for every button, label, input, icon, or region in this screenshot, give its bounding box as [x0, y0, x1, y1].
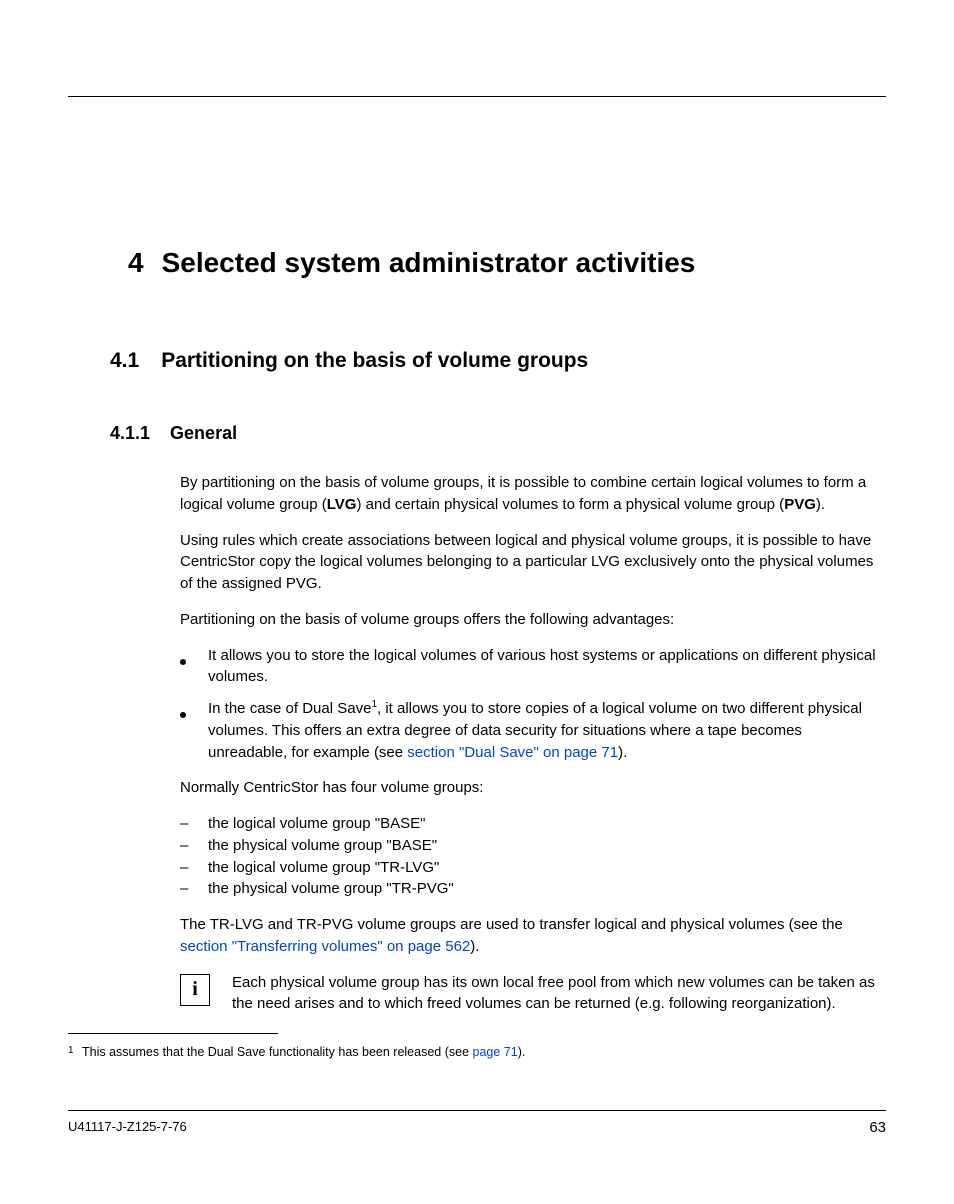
paragraph: By partitioning on the basis of volume g… — [180, 472, 882, 516]
dash-icon: – — [180, 878, 208, 900]
info-text: Each physical volume group has its own l… — [232, 972, 882, 1016]
dash-list: – the logical volume group "BASE" – the … — [180, 813, 882, 900]
bullet-icon — [180, 698, 208, 763]
term-lvg: LVG — [327, 496, 357, 513]
paragraph: The TR-LVG and TR-PVG volume groups are … — [180, 914, 882, 958]
page-number: 63 — [869, 1119, 886, 1136]
subsection-title-text: General — [170, 423, 237, 443]
section-title: 4.1 Partitioning on the basis of volume g… — [110, 349, 886, 373]
chapter-title: 4 Selected system administrator activitie… — [128, 247, 886, 279]
bullet-list: It allows you to store the logical volum… — [180, 645, 882, 764]
link-dual-save[interactable]: section "Dual Save" on page 71 — [407, 744, 618, 761]
bullet-icon — [180, 645, 208, 689]
list-item: – the logical volume group "TR-LVG" — [180, 857, 882, 879]
link-transferring-volumes[interactable]: section "Transferring volumes" on page 5… — [180, 938, 470, 955]
paragraph: Partitioning on the basis of volume grou… — [180, 609, 882, 631]
link-page-71[interactable]: page 71 — [473, 1045, 518, 1059]
footnote-rule — [68, 1033, 278, 1034]
dash-icon: – — [180, 857, 208, 879]
footnote: 1 This assumes that the Dual Save functi… — [68, 1044, 886, 1062]
info-icon: i — [180, 974, 210, 1006]
list-item: – the logical volume group "BASE" — [180, 813, 882, 835]
paragraph: Using rules which create associations be… — [180, 530, 882, 595]
dash-icon: – — [180, 813, 208, 835]
term-pvg: PVG — [784, 496, 816, 513]
list-item: It allows you to store the logical volum… — [180, 645, 882, 689]
subsection-number: 4.1.1 — [110, 423, 150, 444]
section-title-text: Partitioning on the basis of volume grou… — [161, 349, 588, 372]
info-note: i Each physical volume group has its own… — [180, 972, 882, 1016]
header-rule — [68, 96, 886, 97]
list-item: In the case of Dual Save1, it allows you… — [180, 698, 882, 763]
section-number: 4.1 — [110, 349, 139, 373]
footnote-marker: 1 — [68, 1044, 82, 1062]
page-footer: U41117-J-Z125-7-76 63 — [68, 1110, 886, 1136]
chapter-number: 4 — [128, 247, 144, 279]
subsection-title: 4.1.1 General — [110, 423, 886, 444]
paragraph: Normally CentricStor has four volume gro… — [180, 777, 882, 799]
dash-icon: – — [180, 835, 208, 857]
doc-id: U41117-J-Z125-7-76 — [68, 1119, 187, 1136]
list-item: – the physical volume group "TR-PVG" — [180, 878, 882, 900]
footer-rule — [68, 1110, 886, 1111]
chapter-title-text: Selected system administrator activities — [162, 247, 696, 278]
list-item: – the physical volume group "BASE" — [180, 835, 882, 857]
